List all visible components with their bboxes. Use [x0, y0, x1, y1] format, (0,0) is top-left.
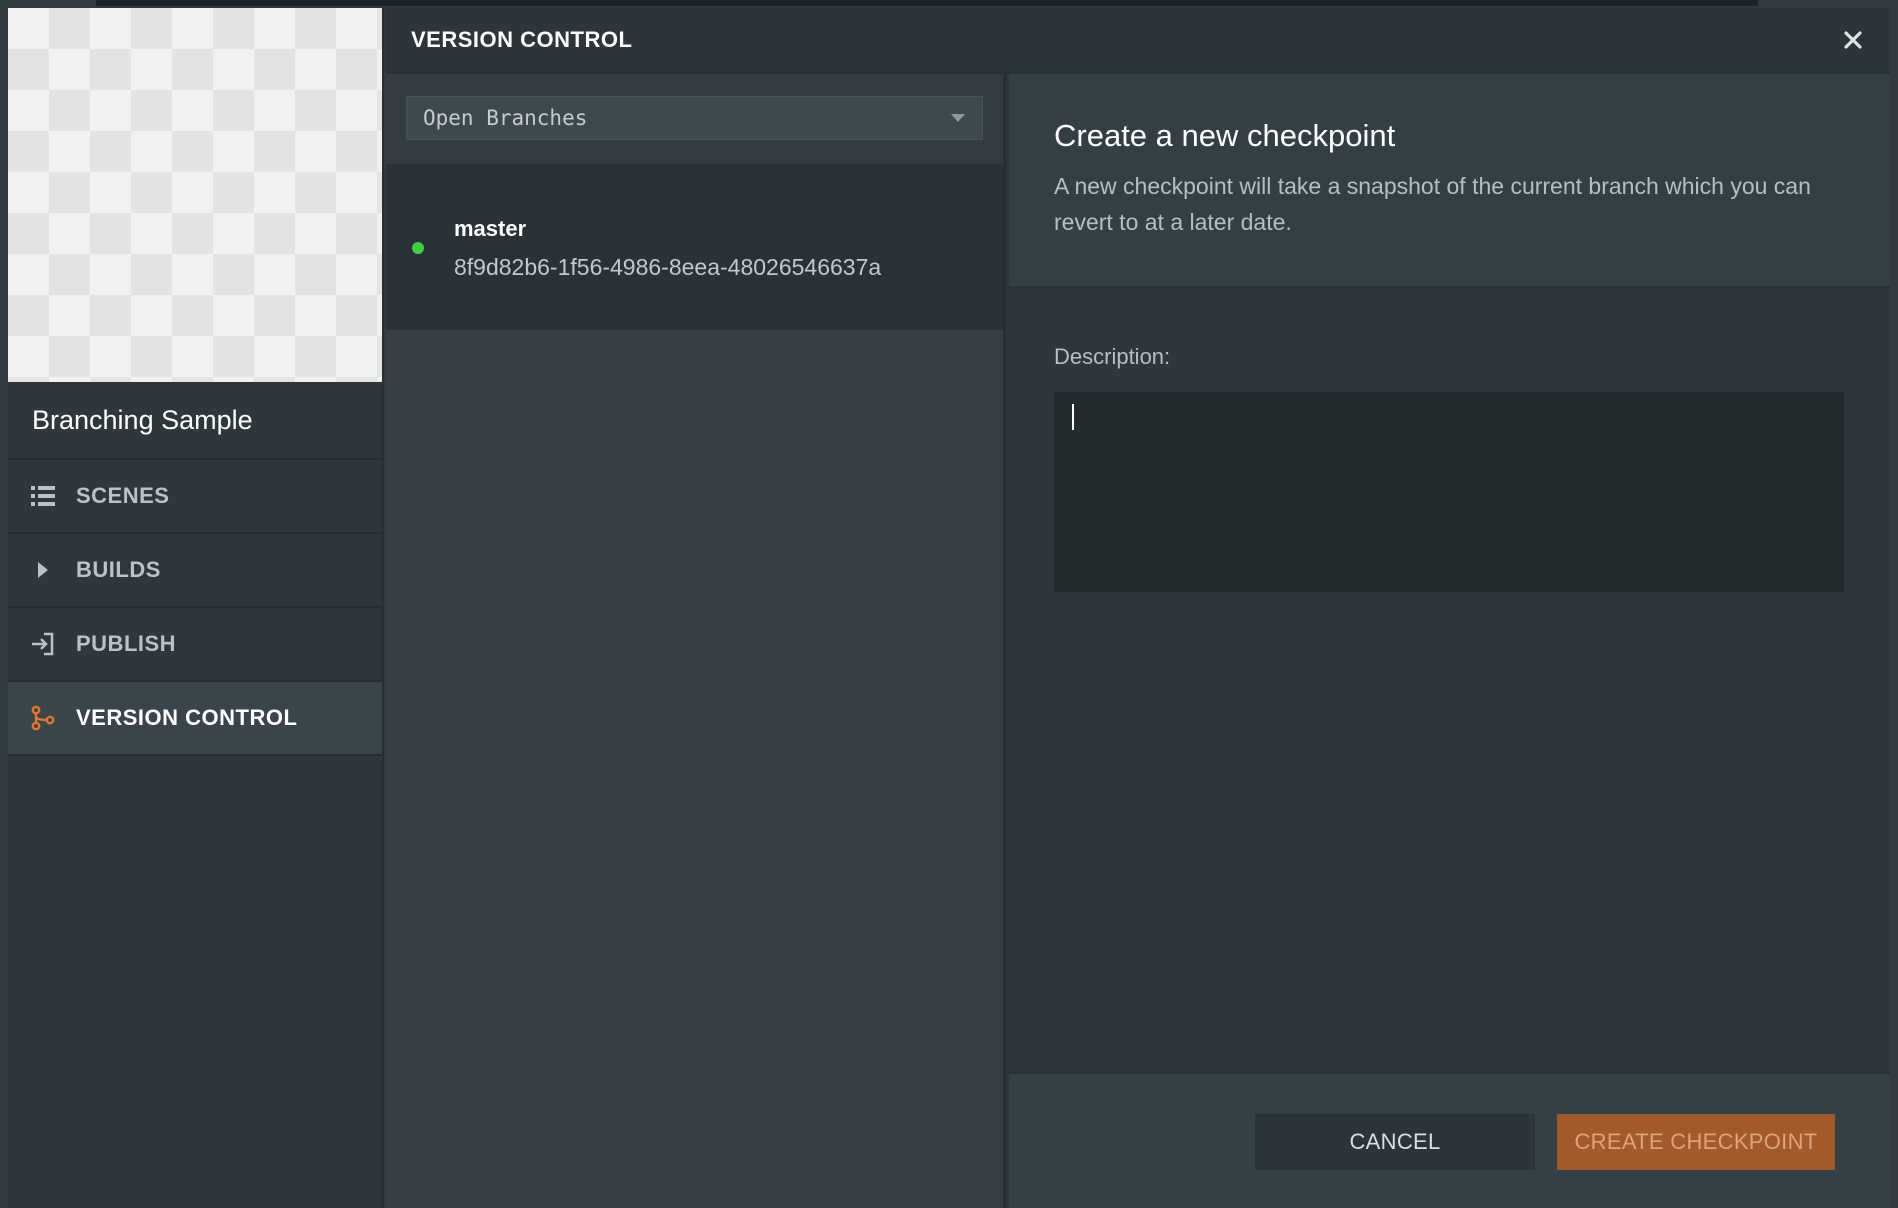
- branch-filter-value: Open Branches: [423, 106, 588, 130]
- project-name: Branching Sample: [8, 382, 382, 460]
- nav-item-version-control[interactable]: VERSION CONTROL: [8, 682, 382, 756]
- checkpoint-footer: CANCEL CREATE CHECKPOINT: [1009, 1072, 1890, 1208]
- branches-column: Open Branches master 8f9d82b6-1f56-4986-…: [386, 74, 1006, 1208]
- top-strip: [96, 0, 1758, 6]
- checkpoint-intro: Create a new checkpoint A new checkpoint…: [1009, 74, 1890, 288]
- branch-name: master: [454, 215, 527, 241]
- checkpoint-form-body: Description:: [1009, 288, 1890, 592]
- project-thumbnail: [8, 8, 382, 382]
- text-caret: [1072, 404, 1074, 430]
- cancel-button[interactable]: CANCEL: [1255, 1114, 1535, 1170]
- branch-list-item[interactable]: master 8f9d82b6-1f56-4986-8eea-480265466…: [386, 166, 1003, 330]
- nav-item-scenes[interactable]: SCENES: [8, 460, 382, 534]
- app-window: Branching Sample SCENES BUILDS PUBLISH V…: [0, 0, 1898, 1208]
- project-sidebar: Branching Sample SCENES BUILDS PUBLISH V…: [8, 8, 384, 1208]
- description-textarea[interactable]: [1054, 392, 1844, 592]
- panel-header: VERSION CONTROL: [386, 8, 1890, 74]
- chevron-down-icon: [951, 114, 965, 122]
- play-icon: [30, 557, 56, 583]
- nav-item-builds[interactable]: BUILDS: [8, 534, 382, 608]
- list-icon: [30, 483, 56, 509]
- nav-item-label: SCENES: [76, 483, 170, 508]
- nav-item-label: PUBLISH: [76, 631, 177, 656]
- branches-toolbar: Open Branches: [386, 74, 1003, 166]
- branch-filter-select[interactable]: Open Branches: [406, 96, 983, 140]
- checkpoint-heading: Create a new checkpoint: [1054, 118, 1396, 153]
- branch-text: master 8f9d82b6-1f56-4986-8eea-480265466…: [454, 216, 881, 281]
- close-button[interactable]: [1838, 25, 1868, 55]
- branch-status-dot: [412, 242, 424, 254]
- publish-icon: [30, 631, 56, 657]
- create-checkpoint-button[interactable]: CREATE CHECKPOINT: [1557, 1114, 1835, 1170]
- version-control-panel: VERSION CONTROL Open Branches master 8f9…: [386, 8, 1890, 1208]
- checkpoint-form: Create a new checkpoint A new checkpoint…: [1009, 74, 1890, 1208]
- branch-icon: [30, 705, 56, 731]
- panel-title: VERSION CONTROL: [411, 27, 633, 52]
- nav-item-label: VERSION CONTROL: [76, 705, 298, 730]
- description-label: Description:: [1054, 344, 1171, 369]
- close-icon: [1844, 31, 1862, 49]
- branch-id: 8f9d82b6-1f56-4986-8eea-48026546637a: [454, 253, 882, 280]
- nav-item-label: BUILDS: [76, 557, 161, 582]
- checkpoint-description-text: A new checkpoint will take a snapshot of…: [1054, 173, 1811, 235]
- nav-item-publish[interactable]: PUBLISH: [8, 608, 382, 682]
